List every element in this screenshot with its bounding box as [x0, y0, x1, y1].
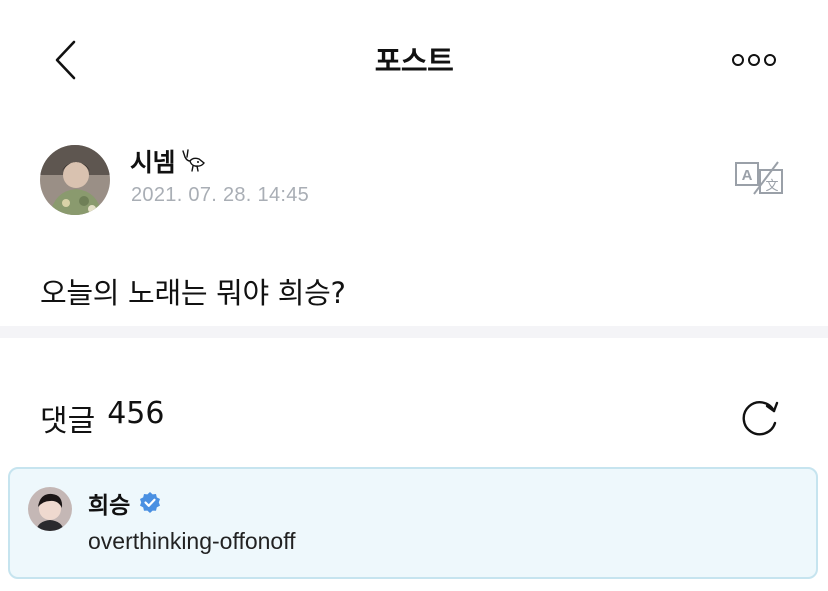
post-timestamp: 2021. 07. 28. 14:45 — [131, 184, 310, 206]
translate-button[interactable]: A 文 — [734, 160, 786, 196]
reply-text: overthinking-offonoff — [88, 528, 296, 554]
refresh-icon — [742, 401, 779, 436]
svg-text:A: A — [742, 167, 753, 184]
more-options-icon — [732, 54, 744, 66]
reply-author[interactable]: 희승 — [88, 486, 162, 520]
comments-header: 댓글 456 — [40, 396, 164, 440]
section-divider — [0, 326, 828, 338]
refresh-button[interactable] — [738, 395, 782, 439]
author-name[interactable]: 시넴 — [130, 143, 207, 179]
svg-text:文: 文 — [765, 179, 778, 194]
reply-author-avatar[interactable] — [28, 487, 72, 531]
translate-icon: A 文 — [735, 161, 783, 195]
more-options-button[interactable] — [732, 50, 788, 70]
comments-label: 댓글 — [40, 404, 96, 439]
comments-count: 456 — [107, 396, 165, 431]
author-avatar[interactable] — [40, 145, 110, 215]
highlighted-reply-card[interactable] — [8, 467, 818, 579]
post-text: 오늘의 노래는 뭐야 희승? — [40, 276, 346, 310]
verified-badge-icon — [140, 492, 161, 513]
deer-antler-doodle-icon — [182, 149, 205, 172]
page-title: 포스트 — [374, 44, 454, 78]
